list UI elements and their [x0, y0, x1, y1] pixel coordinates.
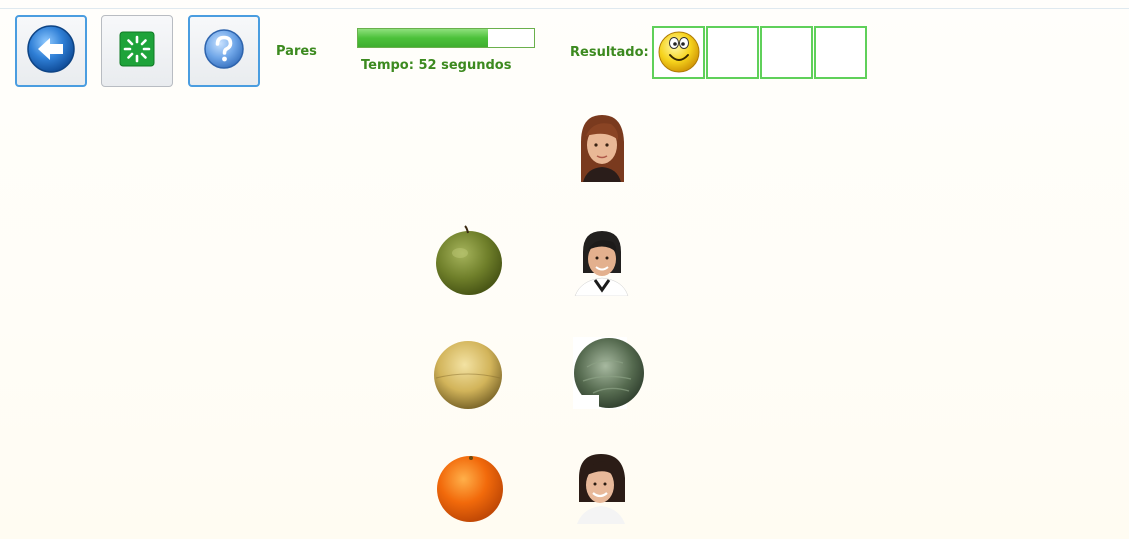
- top-divider: [0, 8, 1129, 9]
- green-apple-icon: [432, 225, 504, 297]
- result-slots: [652, 26, 868, 79]
- woman-portrait-icon: [573, 228, 645, 296]
- card-woman-red-hair[interactable]: [573, 112, 645, 184]
- result-label: Resultado:: [570, 45, 649, 60]
- timer-text: Tempo: 52 segundos: [361, 58, 512, 73]
- result-slot: [760, 26, 813, 79]
- help-button[interactable]: [188, 15, 260, 87]
- card-woman-smiling[interactable]: [573, 452, 645, 524]
- game-screen: Pares Tempo: 52 segundos Resultado:: [0, 0, 1129, 539]
- card-woman-dark-hair[interactable]: [573, 228, 645, 300]
- arrow-left-icon: [25, 23, 77, 79]
- time-progress-fill: [358, 29, 489, 47]
- back-button[interactable]: [15, 15, 87, 87]
- loading-spinner-icon: [119, 31, 155, 71]
- card-green-apple[interactable]: [432, 225, 504, 297]
- smiley-face-icon: [656, 28, 702, 78]
- card-orange[interactable]: [435, 452, 507, 524]
- woman-portrait-icon: [573, 452, 645, 524]
- woman-portrait-icon: [573, 112, 645, 182]
- restart-button[interactable]: [101, 15, 173, 87]
- card-melon[interactable]: [432, 338, 504, 410]
- orange-fruit-icon: [435, 452, 507, 524]
- cabbage-icon: [573, 337, 645, 409]
- melon-icon: [432, 338, 504, 410]
- time-progress-bar: [357, 28, 535, 48]
- result-slot: [814, 26, 867, 79]
- question-mark-icon: [202, 27, 246, 75]
- card-cabbage[interactable]: [573, 337, 645, 409]
- result-slot: [706, 26, 759, 79]
- result-slot: [652, 26, 705, 79]
- game-title: Pares: [276, 44, 317, 59]
